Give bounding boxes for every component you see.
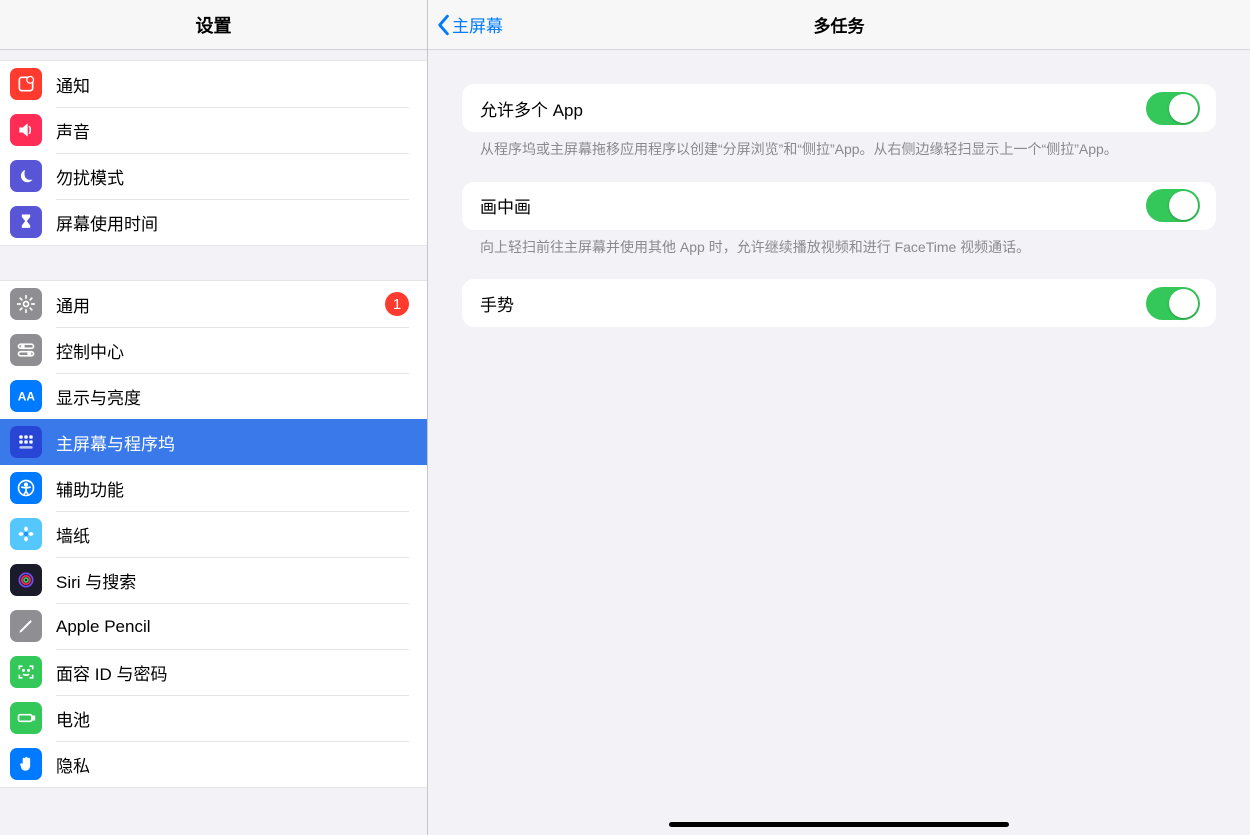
sidebar-item-sounds[interactable]: 声音: [0, 107, 427, 153]
sidebar-item-accessibility[interactable]: 辅助功能: [0, 465, 427, 511]
sidebar-item-label: 勿扰模式: [56, 164, 409, 189]
sidebar-title: 设置: [0, 0, 427, 50]
speaker-icon: [10, 114, 42, 146]
face-icon: [10, 656, 42, 688]
person-icon: [10, 472, 42, 504]
sidebar-item-label: 墙纸: [56, 522, 409, 547]
pencil-icon: [10, 610, 42, 642]
sidebar-item-privacy[interactable]: 隐私: [0, 741, 427, 787]
sidebar-item-label: 辅助功能: [56, 476, 409, 501]
sidebar-item-dnd[interactable]: 勿扰模式: [0, 153, 427, 199]
sidebar-item-pencil[interactable]: Apple Pencil: [0, 603, 427, 649]
row-label: 画中画: [480, 193, 1146, 218]
row-label: 允许多个 App: [480, 96, 1146, 121]
toggle-gestures[interactable]: [1146, 287, 1200, 320]
setting-card: 手势: [462, 279, 1216, 327]
sidebar-item-control-center[interactable]: 控制中心: [0, 327, 427, 373]
battery-icon: [10, 702, 42, 734]
grid-icon: [10, 426, 42, 458]
sidebar-scroll[interactable]: 通知 声音 勿扰模式: [0, 50, 427, 835]
home-indicator[interactable]: [669, 822, 1009, 827]
sidebar-item-label: 主屏幕与程序坞: [56, 430, 409, 455]
row-picture-in-picture: 画中画: [462, 182, 1216, 230]
sidebar-item-label: 面容 ID 与密码: [56, 660, 409, 685]
sidebar-item-label: 显示与亮度: [56, 384, 409, 409]
sidebar-item-label: 声音: [56, 118, 409, 143]
sidebar-item-label: Siri 与搜索: [56, 568, 409, 593]
sidebar-item-faceid[interactable]: 面容 ID 与密码: [0, 649, 427, 695]
setting-card: 画中画: [462, 182, 1216, 230]
detail-title: 多任务: [814, 12, 865, 37]
sidebar-item-general[interactable]: 通用 1: [0, 281, 427, 327]
sidebar-item-screen-time[interactable]: 屏幕使用时间: [0, 199, 427, 245]
gear-icon: [10, 288, 42, 320]
flower-icon: [10, 518, 42, 550]
sidebar-item-label: 电池: [56, 706, 409, 731]
sidebar-item-label: 控制中心: [56, 338, 409, 363]
hourglass-icon: [10, 206, 42, 238]
aa-icon: AA: [10, 380, 42, 412]
sidebar-item-siri[interactable]: Siri 与搜索: [0, 557, 427, 603]
toggle-allow-multiple-apps[interactable]: [1146, 92, 1200, 125]
sidebar-item-label: Apple Pencil: [56, 617, 409, 637]
moon-icon: [10, 160, 42, 192]
detail-header: 主屏幕 多任务: [428, 0, 1250, 50]
sidebar-item-label: 隐私: [56, 752, 409, 777]
switches-icon: [10, 334, 42, 366]
notification-badge: 1: [385, 292, 409, 316]
detail-scroll[interactable]: 允许多个 App 从程序坞或主屏幕拖移应用程序以创建“分屏浏览”和“侧拉”App…: [428, 50, 1250, 835]
chevron-left-icon: [436, 14, 450, 36]
sidebar-group: 通知 声音 勿扰模式: [0, 60, 427, 246]
sidebar-item-display[interactable]: AA 显示与亮度: [0, 373, 427, 419]
sidebar-group: 通用 1 控制中心 AA 显示与亮度: [0, 280, 427, 788]
row-label: 手势: [480, 291, 1146, 316]
settings-sidebar: 设置 通知 声音: [0, 0, 428, 835]
row-allow-multiple-apps: 允许多个 App: [462, 84, 1216, 132]
siri-icon: [10, 564, 42, 596]
hand-icon: [10, 748, 42, 780]
back-label: 主屏幕: [452, 12, 503, 37]
sidebar-item-label: 通用: [56, 292, 385, 317]
toggle-picture-in-picture[interactable]: [1146, 189, 1200, 222]
sidebar-item-notifications[interactable]: 通知: [0, 61, 427, 107]
bell-icon: [10, 68, 42, 100]
svg-text:AA: AA: [18, 390, 36, 404]
detail-pane: 主屏幕 多任务 允许多个 App 从程序坞或主屏幕拖移应用程序以创建“分屏浏览”…: [428, 0, 1250, 835]
sidebar-item-wallpaper[interactable]: 墙纸: [0, 511, 427, 557]
sidebar-item-label: 屏幕使用时间: [56, 210, 409, 235]
back-button[interactable]: 主屏幕: [436, 0, 503, 49]
sidebar-item-home-dock[interactable]: 主屏幕与程序坞: [0, 419, 427, 465]
row-gestures: 手势: [462, 279, 1216, 327]
setting-card: 允许多个 App: [462, 84, 1216, 132]
section-footer: 从程序坞或主屏幕拖移应用程序以创建“分屏浏览”和“侧拉”App。从右侧边缘轻扫显…: [462, 132, 1216, 182]
section-footer: 向上轻扫前往主屏幕并使用其他 App 时，允许继续播放视频和进行 FaceTim…: [462, 230, 1216, 280]
sidebar-item-label: 通知: [56, 72, 409, 97]
sidebar-item-battery[interactable]: 电池: [0, 695, 427, 741]
